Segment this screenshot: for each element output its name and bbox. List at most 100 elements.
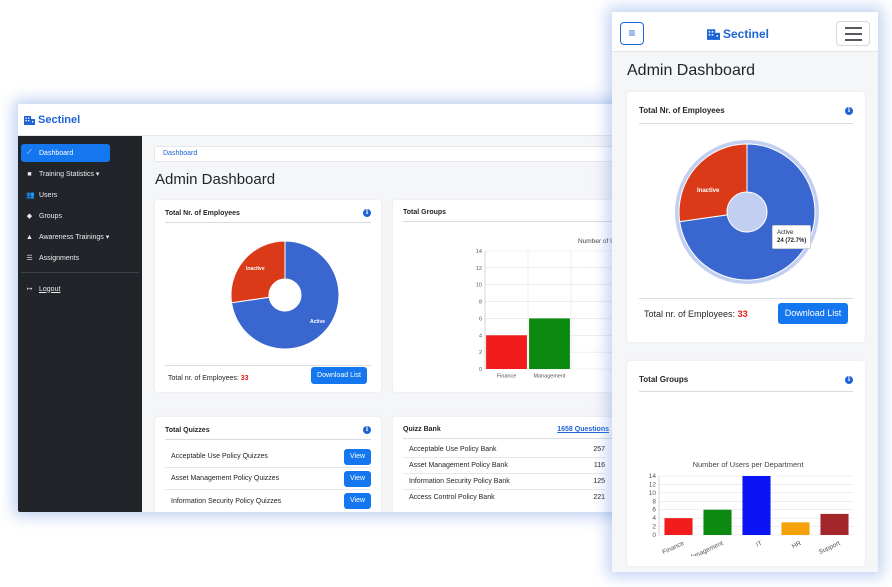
- download-list-button[interactable]: Download List: [778, 303, 848, 324]
- card-header: Quizz Bank 1658 Questions: [403, 426, 623, 439]
- sidebar-item-label: Training Statistics ▾: [39, 171, 100, 178]
- x-tick-label: Management: [533, 374, 566, 380]
- bar-support[interactable]: [820, 513, 849, 535]
- list-item: Acceptable Use Policy Quizzes View: [165, 446, 371, 468]
- quizzes-card: Total Quizzes i Acceptable Use Policy Qu…: [155, 417, 381, 512]
- top-navbar: Sectinel: [18, 104, 630, 136]
- employees-pie-chart: [230, 240, 340, 350]
- bank-name: Acceptable Use Policy Bank: [409, 446, 497, 453]
- page-title: Admin Dashboard: [627, 62, 756, 79]
- y-tick-label: 0: [652, 532, 656, 539]
- list-item: Asset Management Policy Bank 116: [403, 458, 605, 474]
- tooltip-title: Active: [777, 230, 794, 236]
- view-button[interactable]: View: [344, 493, 371, 509]
- info-icon[interactable]: i: [363, 209, 371, 217]
- users-icon: 👥: [26, 192, 35, 199]
- bar-finance[interactable]: [486, 335, 527, 369]
- bar-it[interactable]: [742, 476, 771, 535]
- y-tick-label: 6: [652, 507, 656, 514]
- sidebar-item-label: Awareness Trainings ▾: [38, 234, 110, 241]
- card-title: Total Groups: [403, 209, 447, 216]
- pie-tooltip: Active 24 (72.7%): [772, 225, 812, 249]
- groups-bar-chart: 0 2 4 6 8 10 12 14 Finance Management Number of U: [476, 238, 630, 380]
- card-title: Total Quizzes: [165, 426, 210, 434]
- chart-title: Number of U: [578, 238, 615, 245]
- square-icon: ■: [27, 170, 32, 178]
- brand-logo[interactable]: Sectinel: [707, 27, 769, 41]
- sidebar-item-users[interactable]: 👥 Users: [21, 186, 110, 204]
- info-icon[interactable]: i: [845, 375, 853, 384]
- card-header: Total Groups i: [639, 375, 853, 392]
- x-tick-label: Management: [687, 540, 725, 556]
- y-tick-label: 0: [479, 367, 482, 373]
- sidebar-item-training-statistics[interactable]: ■ Training Statistics ▾: [21, 165, 110, 183]
- list-item: Asset Management Policy Quizzes View: [165, 468, 371, 490]
- employees-count: 33: [737, 309, 748, 319]
- quiz-bank-card: Quizz Bank 1658 Questions Acceptable Use…: [393, 417, 630, 512]
- employees-footer: Total nr. of Employees: 33: [644, 309, 748, 319]
- list-item: Information Security Policy Quizzes View: [165, 490, 371, 512]
- employees-count: 33: [240, 375, 249, 382]
- hamburger-menu-button[interactable]: [836, 21, 870, 46]
- bank-count: 125: [593, 478, 605, 485]
- chart-icon: ⟋: [27, 149, 32, 156]
- card-title: Total Nr. of Employees: [165, 209, 240, 217]
- bank-count: 257: [593, 446, 605, 453]
- bank-name: Access Control Policy Bank: [409, 494, 495, 501]
- info-icon[interactable]: i: [363, 426, 371, 434]
- y-tick-label: 4: [479, 333, 482, 339]
- y-tick-label: 8: [479, 300, 482, 306]
- sidebar-item-awareness-trainings[interactable]: ▲ Awareness Trainings ▾: [21, 228, 110, 246]
- logout-icon: ↦: [26, 286, 33, 293]
- x-tick-label: Finance: [661, 540, 685, 556]
- pie-label-inactive: Inactive: [246, 266, 265, 272]
- employees-pie-chart: [675, 140, 819, 284]
- bank-name: Asset Management Policy Bank: [409, 462, 508, 469]
- sidebar-item-dashboard[interactable]: ⟋ Dashboard: [21, 144, 110, 162]
- teacher-icon: ▲: [26, 233, 33, 241]
- card-header: Total Nr. of Employees i: [639, 106, 853, 124]
- info-icon[interactable]: i: [845, 106, 853, 115]
- sidebar-item-label: Groups: [39, 212, 62, 220]
- y-tick-label: 2: [479, 350, 482, 356]
- sidebar-item-label: Users: [39, 191, 58, 199]
- breadcrumb: Dashboard: [154, 146, 618, 162]
- bar-hr[interactable]: [781, 522, 810, 535]
- questions-link[interactable]: 1658 Questions: [557, 426, 609, 433]
- x-tick-label: Finance: [497, 374, 517, 380]
- bar-management[interactable]: [529, 318, 570, 369]
- y-tick-label: 10: [476, 283, 482, 289]
- bar-management[interactable]: [703, 509, 732, 535]
- bar-finance[interactable]: [664, 518, 693, 535]
- sidebar-item-groups[interactable]: ◆ Groups: [21, 207, 110, 225]
- sidebar-item-label: Assignments: [39, 254, 80, 262]
- card-title: Total Groups: [639, 375, 689, 384]
- quiz-name: Asset Management Policy Quizzes: [171, 475, 280, 482]
- mobile-screenshot: ≡ Sectinel Admin Dashboard Total Nr. of …: [612, 12, 878, 572]
- y-tick-label: 6: [479, 316, 482, 322]
- layers-icon: ◆: [26, 213, 33, 220]
- page-title: Admin Dashboard: [155, 171, 276, 188]
- x-tick-label: HR: [791, 540, 803, 550]
- employees-card: Total Nr. of Employees i Inactive Active…: [627, 92, 865, 342]
- brand-logo[interactable]: Sectinel: [24, 114, 80, 126]
- download-list-button[interactable]: Download List: [311, 367, 367, 384]
- y-tick-label: 14: [476, 249, 482, 255]
- building-icon: [24, 115, 35, 125]
- sidebar-item-assignments[interactable]: ☰ Assignments: [21, 249, 110, 267]
- view-button[interactable]: View: [344, 448, 371, 465]
- card-title: Total Nr. of Employees: [639, 106, 725, 115]
- breadcrumb-link[interactable]: Dashboard: [163, 150, 197, 157]
- mobile-navbar: ≡ Sectinel: [612, 12, 878, 52]
- groups-card: Total Groups 0 2 4 6 8 10 12 14 Finance Managemen…: [393, 200, 630, 392]
- sidebar-toggle-button[interactable]: ≡: [620, 22, 644, 45]
- desktop-screenshot: Sectinel ⟋ Dashboard ■ Training Statistics…: [18, 104, 630, 512]
- chart-title: Number of Users per Department: [693, 460, 805, 469]
- x-tick-label: IT: [755, 540, 763, 549]
- y-tick-label: 4: [652, 515, 656, 522]
- sidebar-item-logout[interactable]: ↦ Logout: [21, 280, 110, 298]
- y-tick-label: 14: [649, 473, 657, 480]
- list-item: Access Control Policy Bank 221: [403, 490, 605, 506]
- groups-card: Total Groups i 0 2 4 6 8 10 12 14 Finance Managem…: [627, 361, 865, 566]
- view-button[interactable]: View: [344, 470, 371, 487]
